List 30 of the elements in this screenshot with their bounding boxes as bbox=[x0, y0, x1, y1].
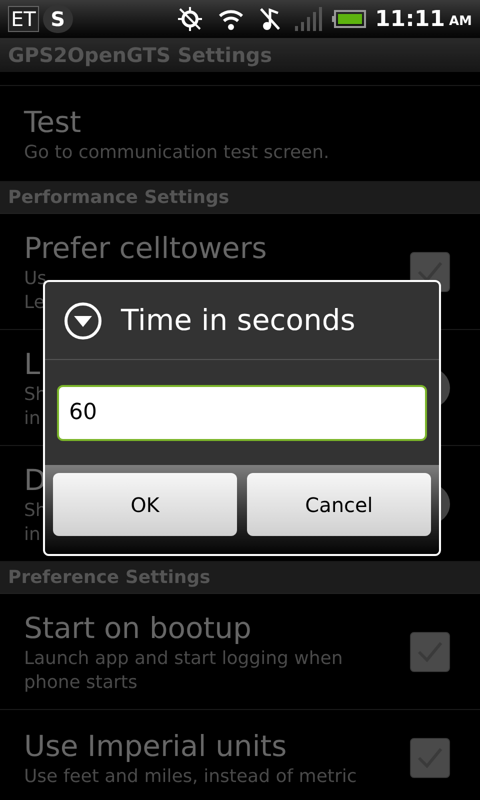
number-input-field[interactable]: 60 bbox=[57, 384, 427, 440]
setting-title: Prefer celltowers bbox=[24, 230, 267, 266]
signal-icon bbox=[294, 5, 323, 33]
dialog-title: Time in seconds bbox=[121, 302, 356, 339]
setting-summary: Le bbox=[24, 290, 45, 314]
checkbox[interactable] bbox=[410, 632, 450, 672]
gps-off-icon bbox=[176, 5, 204, 33]
dialog-button[interactable]: Cancel bbox=[247, 473, 431, 536]
setting-summary: in bbox=[24, 522, 40, 546]
battery-icon bbox=[330, 10, 367, 28]
section-header-title: Preference Settings bbox=[8, 566, 210, 590]
window-title: GPS2OpenGTS Settings bbox=[8, 42, 272, 69]
setting-summary: Launch app and start logging when bbox=[24, 646, 343, 670]
setting-summary: Go to communication test screen. bbox=[24, 140, 330, 164]
checkbox[interactable] bbox=[410, 738, 450, 778]
section-header-title: Performance Settings bbox=[8, 186, 230, 210]
setting-title: Test bbox=[24, 104, 82, 140]
setting-title: Use Imperial units bbox=[24, 728, 287, 764]
setting-title: L bbox=[24, 346, 40, 382]
clock-ampm: AM bbox=[449, 13, 472, 32]
dialog-button[interactable]: OK bbox=[53, 473, 237, 536]
setting-title: Start on bootup bbox=[24, 610, 252, 646]
notification-icon: S bbox=[42, 5, 73, 33]
notification-icon: ET bbox=[8, 6, 39, 32]
dropdown-icon bbox=[63, 300, 103, 340]
setting-summary: in bbox=[24, 406, 40, 430]
setting-summary: phone starts bbox=[24, 670, 138, 694]
setting-summary: Use feet and miles, instead of metric bbox=[24, 764, 357, 788]
clock-time: 11:11 bbox=[374, 6, 445, 34]
setting-summary: Us bbox=[24, 266, 47, 290]
